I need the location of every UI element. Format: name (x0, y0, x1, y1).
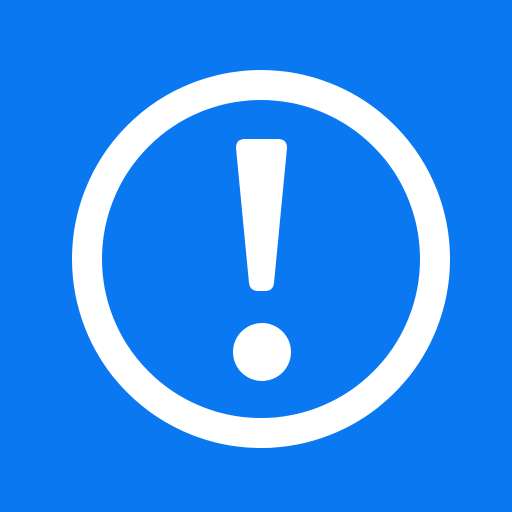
exclamation-dot (233, 323, 291, 381)
alert-icon-tile (0, 0, 512, 512)
exclamation-circle-icon (72, 70, 450, 448)
exclamation-bar (236, 139, 287, 291)
